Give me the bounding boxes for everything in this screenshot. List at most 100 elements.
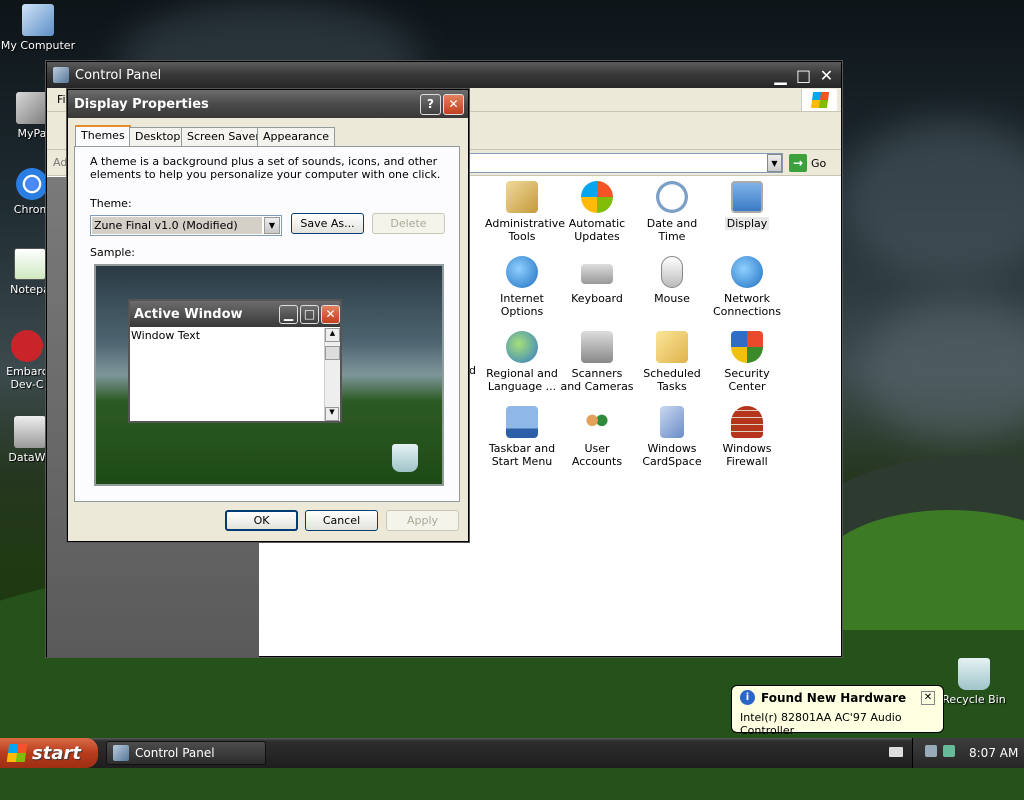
ok-button[interactable]: OK <box>225 510 298 531</box>
preview-recycle-bin-icon <box>392 444 418 472</box>
notification-balloon[interactable]: i Found New Hardware ✕ Intel(r) 82801AA … <box>731 685 944 737</box>
menu-fragment[interactable]: Fi <box>57 93 66 106</box>
cp-item-scanners-and-cameras[interactable]: Scanners and Cameras <box>560 331 634 393</box>
cp-item-administrative-tools[interactable]: Administrative Tools <box>485 181 565 243</box>
cp-item-windows-cardspace[interactable]: Windows CardSpace <box>635 406 709 468</box>
cp-item-taskbar-and-start-menu[interactable]: Taskbar and Start Menu <box>485 406 559 468</box>
database-icon <box>14 416 46 448</box>
start-button[interactable]: start <box>0 738 98 768</box>
tab-screen-saver[interactable]: Screen Saver <box>181 127 266 146</box>
go-button[interactable]: → Go <box>789 153 826 173</box>
close-icon: ✕ <box>321 304 340 324</box>
system-tray: 8:07 AM <box>889 738 1024 768</box>
dialog-titlebar[interactable]: Display Properties ? ✕ <box>68 90 468 118</box>
start-label: start <box>32 742 81 764</box>
cp-item-scheduled-tasks[interactable]: Scheduled Tasks <box>635 331 709 393</box>
themes-panel: A theme is a background plus a set of so… <box>74 146 460 502</box>
cp-item-display[interactable]: Display <box>710 181 784 230</box>
network-icon <box>731 256 763 288</box>
scroll-thumb <box>325 346 340 360</box>
tab-appearance[interactable]: Appearance <box>257 127 336 146</box>
desktop-icon-label: Embarc Dev-C <box>6 365 48 391</box>
chevron-down-icon[interactable]: ▼ <box>264 217 280 234</box>
recycle-bin-icon <box>958 658 990 690</box>
minimize-button[interactable]: ▁ <box>770 65 791 86</box>
cp-item-windows-firewall[interactable]: Windows Firewall <box>710 406 784 468</box>
cp-item-label: Network Connections <box>713 292 781 318</box>
control-panel-icon <box>53 67 69 83</box>
cp-item-security-center[interactable]: Security Center <box>710 331 784 393</box>
help-button[interactable]: ? <box>420 93 441 115</box>
desktop-icon-my-computer[interactable]: My Computer <box>0 4 76 52</box>
control-panel-icon <box>113 745 129 761</box>
tab-strip: Themes Desktop Screen Saver Appearance <box>74 125 464 147</box>
users-icon <box>581 406 613 438</box>
embarcadero-icon <box>11 330 43 362</box>
close-button[interactable]: ✕ <box>443 93 464 115</box>
cp-item-label: Date and Time <box>646 217 698 243</box>
desktop-icon-recycle-bin[interactable]: Recycle Bin <box>936 658 1012 706</box>
tab-themes[interactable]: Themes <box>75 125 131 147</box>
cp-item-label: Regional and Language ... <box>486 367 558 393</box>
display-icon <box>731 181 763 213</box>
hardware-tray-icon[interactable] <box>943 745 955 757</box>
preview-titlebar: Active Window ▁ □ ✕ <box>130 301 340 327</box>
admin-tools-icon <box>506 181 538 213</box>
scroll-down-icon: ▼ <box>325 407 339 421</box>
balloon-close-button[interactable]: ✕ <box>921 690 935 705</box>
cp-item-label: Scanners and Cameras <box>560 367 634 393</box>
computer-icon <box>22 4 54 36</box>
clock[interactable]: 8:07 AM <box>969 746 1018 760</box>
cp-item-regional-and-language[interactable]: Regional and Language ... <box>485 331 559 393</box>
taskbar-item-control-panel[interactable]: Control Panel <box>106 741 266 765</box>
chrome-icon <box>16 168 48 200</box>
cp-item-label: Administrative Tools <box>485 217 566 243</box>
keyboard-tray-icon[interactable] <box>889 747 903 757</box>
go-arrow-icon: → <box>789 154 807 172</box>
maximize-button[interactable]: □ <box>793 65 814 86</box>
cp-item-internet-options[interactable]: Internet Options <box>485 256 559 318</box>
cp-item-label: Internet Options <box>500 292 544 318</box>
info-icon: i <box>740 690 755 705</box>
preview-scrollbar: ▲ ▼ <box>324 328 340 421</box>
folder-clock-icon <box>656 331 688 363</box>
network-tray-icon[interactable] <box>925 745 937 757</box>
address-dropdown-button[interactable]: ▼ <box>767 154 782 172</box>
save-as-button[interactable]: Save As... <box>291 213 364 234</box>
app-icon <box>16 92 48 124</box>
desktop-icon-label: Notepa <box>10 283 50 296</box>
cp-item-label: Display <box>724 217 770 230</box>
theme-preview: Active Window ▁ □ ✕ Window Text ▲ ▼ <box>94 264 444 486</box>
cp-item-keyboard[interactable]: Keyboard <box>560 256 634 305</box>
globe-icon <box>506 256 538 288</box>
notepad-icon <box>14 248 46 280</box>
cp-item-label: User Accounts <box>571 442 623 468</box>
cp-item-label: Automatic Updates <box>568 217 626 243</box>
close-button[interactable]: ✕ <box>816 65 837 86</box>
regional-icon <box>506 331 538 363</box>
dialog-title: Display Properties <box>74 96 209 112</box>
preview-title: Active Window <box>134 306 243 322</box>
scroll-up-icon: ▲ <box>325 328 340 342</box>
windows-logo-icon <box>801 89 837 111</box>
tab-desktop[interactable]: Desktop <box>129 127 187 146</box>
minimize-icon: ▁ <box>279 304 298 324</box>
cp-item-label: Windows CardSpace <box>642 442 702 468</box>
address-label: Ad <box>53 156 68 169</box>
theme-select[interactable]: Zune Final v1.0 (Modified) ▼ <box>90 215 282 236</box>
cp-item-label: Taskbar and Start Menu <box>488 442 556 468</box>
cp-item-user-accounts[interactable]: User Accounts <box>560 406 634 468</box>
desktop-icon-label: Chrom <box>13 203 51 216</box>
windows-update-icon <box>581 181 613 213</box>
cp-item-automatic-updates[interactable]: Automatic Updates <box>560 181 634 243</box>
control-panel-titlebar[interactable]: Control Panel ▁ □ ✕ <box>47 62 841 88</box>
address-input[interactable] <box>467 153 783 173</box>
cardspace-icon <box>660 406 684 438</box>
desktop-icon-label: Recycle Bin <box>942 693 1006 706</box>
cancel-button[interactable]: Cancel <box>305 510 378 531</box>
cp-item-label: Windows Firewall <box>722 442 772 468</box>
cp-item-mouse[interactable]: Mouse <box>635 256 709 305</box>
cp-item-date-and-time[interactable]: Date and Time <box>635 181 709 243</box>
delete-button: Delete <box>372 213 445 234</box>
cp-item-network-connections[interactable]: Network Connections <box>710 256 784 318</box>
